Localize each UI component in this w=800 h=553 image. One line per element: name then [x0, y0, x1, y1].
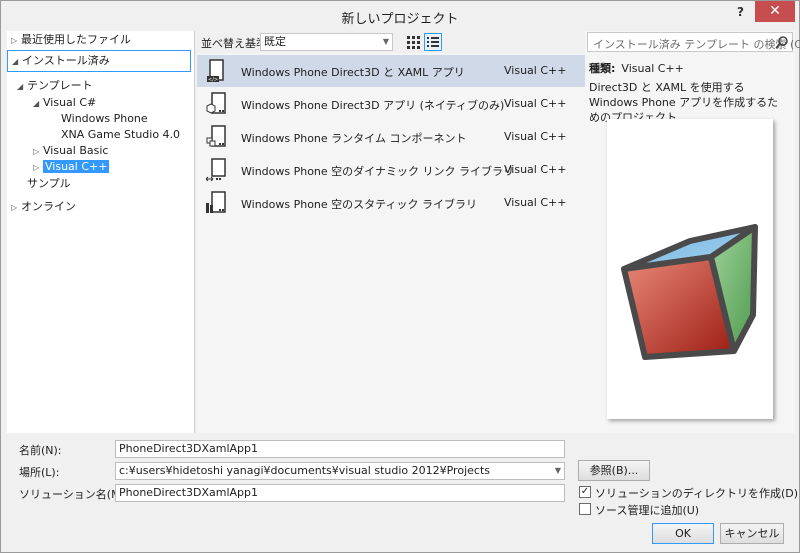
title-bar: 新しいプロジェクト ? ✕ — [1, 1, 799, 31]
template-tree: ▷ 最近使用したファイル ◢ インストール済み ◢ テンプレート ◢ Visual C#… — [7, 31, 195, 433]
type-value: Visual C++ — [621, 62, 684, 75]
location-label: 場所(L): — [19, 466, 60, 479]
ok-button[interactable]: OK — [652, 523, 714, 544]
location-field[interactable]: c:¥users¥hidetoshi yanagi¥documents¥visu… — [115, 462, 565, 480]
solution-name-label: ソリューション名(M): — [19, 488, 129, 501]
tree-item-label: オンライン — [21, 200, 76, 213]
template-name: Windows Phone 空のダイナミック リンク ライブラリ — [241, 165, 514, 178]
cancel-button[interactable]: キャンセル — [720, 523, 784, 544]
expand-arrow-icon[interactable]: ▷ — [11, 199, 21, 216]
tree-item-samples[interactable]: サンプル — [27, 175, 71, 193]
dialog-title: 新しいプロジェクト — [341, 12, 459, 27]
template-language: Visual C++ — [504, 130, 567, 143]
phone-runtime-component-icon — [206, 125, 226, 147]
name-field[interactable]: PhoneDirect3DXamlApp1 — [115, 440, 565, 458]
collapse-arrow-icon[interactable]: ◢ — [12, 52, 22, 72]
tree-item-recent[interactable]: ▷ 最近使用したファイル — [11, 31, 131, 49]
chevron-down-icon[interactable]: ▼ — [555, 463, 561, 479]
tree-item-online[interactable]: ▷ オンライン — [11, 198, 76, 216]
tree-item-label: 最近使用したファイル — [21, 33, 131, 46]
tree-item-label: XNA Game Studio 4.0 — [61, 128, 181, 141]
list-view-button[interactable] — [424, 33, 442, 51]
type-label: 種類: — [589, 62, 616, 75]
type-line: 種類: Visual C++ — [589, 60, 684, 76]
expand-arrow-icon[interactable]: ▷ — [11, 32, 21, 49]
tree-item-label: インストール済み — [22, 54, 110, 67]
help-button[interactable]: ? — [737, 5, 749, 19]
template-language: Visual C++ — [504, 196, 567, 209]
phone-3d-template-icon — [206, 92, 226, 114]
sort-toolbar: 並べ替え基準: 既定 ▼ — [197, 31, 585, 53]
name-label: 名前(N): — [19, 444, 62, 457]
tree-item-label: テンプレート — [27, 79, 93, 92]
phone-dll-template-icon — [205, 158, 226, 182]
template-preview — [607, 119, 773, 419]
phone-xaml-template-icon: </> — [207, 59, 224, 83]
tree-item-installed[interactable]: ◢ インストール済み — [7, 50, 191, 72]
tree-item-templates[interactable]: ◢ テンプレート — [17, 77, 93, 95]
template-name: Windows Phone Direct3D アプリ (ネイティブのみ) — [241, 99, 505, 112]
close-button[interactable]: ✕ — [755, 1, 795, 22]
source-control-label: ソース管理に追加(U) — [595, 504, 700, 517]
tree-item-label: サンプル — [27, 177, 71, 190]
cube-preview-image — [621, 224, 758, 360]
collapse-arrow-icon[interactable]: ◢ — [17, 78, 27, 95]
template-language: Visual C++ — [504, 64, 567, 77]
template-list: </> Windows Phone Direct3D と XAML アプリ Vi… — [197, 53, 585, 433]
tree-item-label: Visual Basic — [43, 144, 109, 157]
create-directory-label: ソリューションのディレクトリを作成(D) — [595, 487, 799, 500]
search-placeholder: インストール済み テンプレート の検索 (Ctrl — [593, 38, 800, 51]
phone-static-library-icon — [206, 191, 226, 213]
template-row[interactable]: Windows Phone Direct3D アプリ (ネイティブのみ) Vis… — [197, 88, 585, 120]
template-language: Visual C++ — [504, 97, 567, 110]
template-name: Windows Phone Direct3D と XAML アプリ — [241, 66, 465, 79]
tree-item-visual-cpp[interactable]: ▷ Visual C++ — [33, 158, 110, 176]
template-row[interactable]: Windows Phone 空のスタティック ライブラリ Visual C++ — [197, 187, 585, 219]
sort-value: 既定 — [264, 35, 286, 48]
create-directory-checkbox[interactable]: ✓ — [579, 486, 591, 498]
template-language: Visual C++ — [504, 163, 567, 176]
details-panel: インストール済み テンプレート の検索 (Ctrl 種類: Visual C++ … — [585, 31, 800, 433]
template-row[interactable]: </> Windows Phone Direct3D と XAML アプリ Vi… — [197, 55, 585, 87]
template-name: Windows Phone 空のスタティック ライブラリ — [241, 198, 478, 211]
tree-item-label: Windows Phone — [61, 112, 148, 125]
template-row[interactable]: Windows Phone ランタイム コンポーネント Visual C++ — [197, 121, 585, 153]
grid-view-button[interactable] — [404, 33, 422, 51]
sort-select[interactable]: 既定 ▼ — [260, 33, 393, 51]
new-project-dialog: 新しいプロジェクト ? ✕ ▷ 最近使用したファイル ◢ インストール済み ◢ テンプ… — [0, 0, 800, 553]
svg-text:</>: </> — [208, 77, 218, 83]
template-search-input[interactable]: インストール済み テンプレート の検索 (Ctrl — [587, 32, 800, 52]
tree-item-label: Visual C++ — [43, 160, 110, 173]
search-icon[interactable] — [775, 35, 789, 49]
chevron-down-icon: ▼ — [382, 37, 389, 46]
browse-button[interactable]: 参照(B)... — [578, 460, 650, 481]
tree-item-label: Visual C# — [43, 96, 97, 109]
grid-view-icon — [407, 36, 420, 49]
list-view-icon — [427, 37, 439, 47]
solution-name-field[interactable]: PhoneDirect3DXamlApp1 — [115, 484, 565, 502]
template-row[interactable]: Windows Phone 空のダイナミック リンク ライブラリ Visual … — [197, 154, 585, 186]
location-value: c:¥users¥hidetoshi yanagi¥documents¥visu… — [119, 464, 490, 477]
template-name: Windows Phone ランタイム コンポーネント — [241, 132, 467, 145]
collapse-arrow-icon[interactable]: ◢ — [33, 95, 43, 112]
source-control-checkbox[interactable] — [579, 503, 591, 515]
expand-arrow-icon[interactable]: ▷ — [33, 159, 43, 176]
